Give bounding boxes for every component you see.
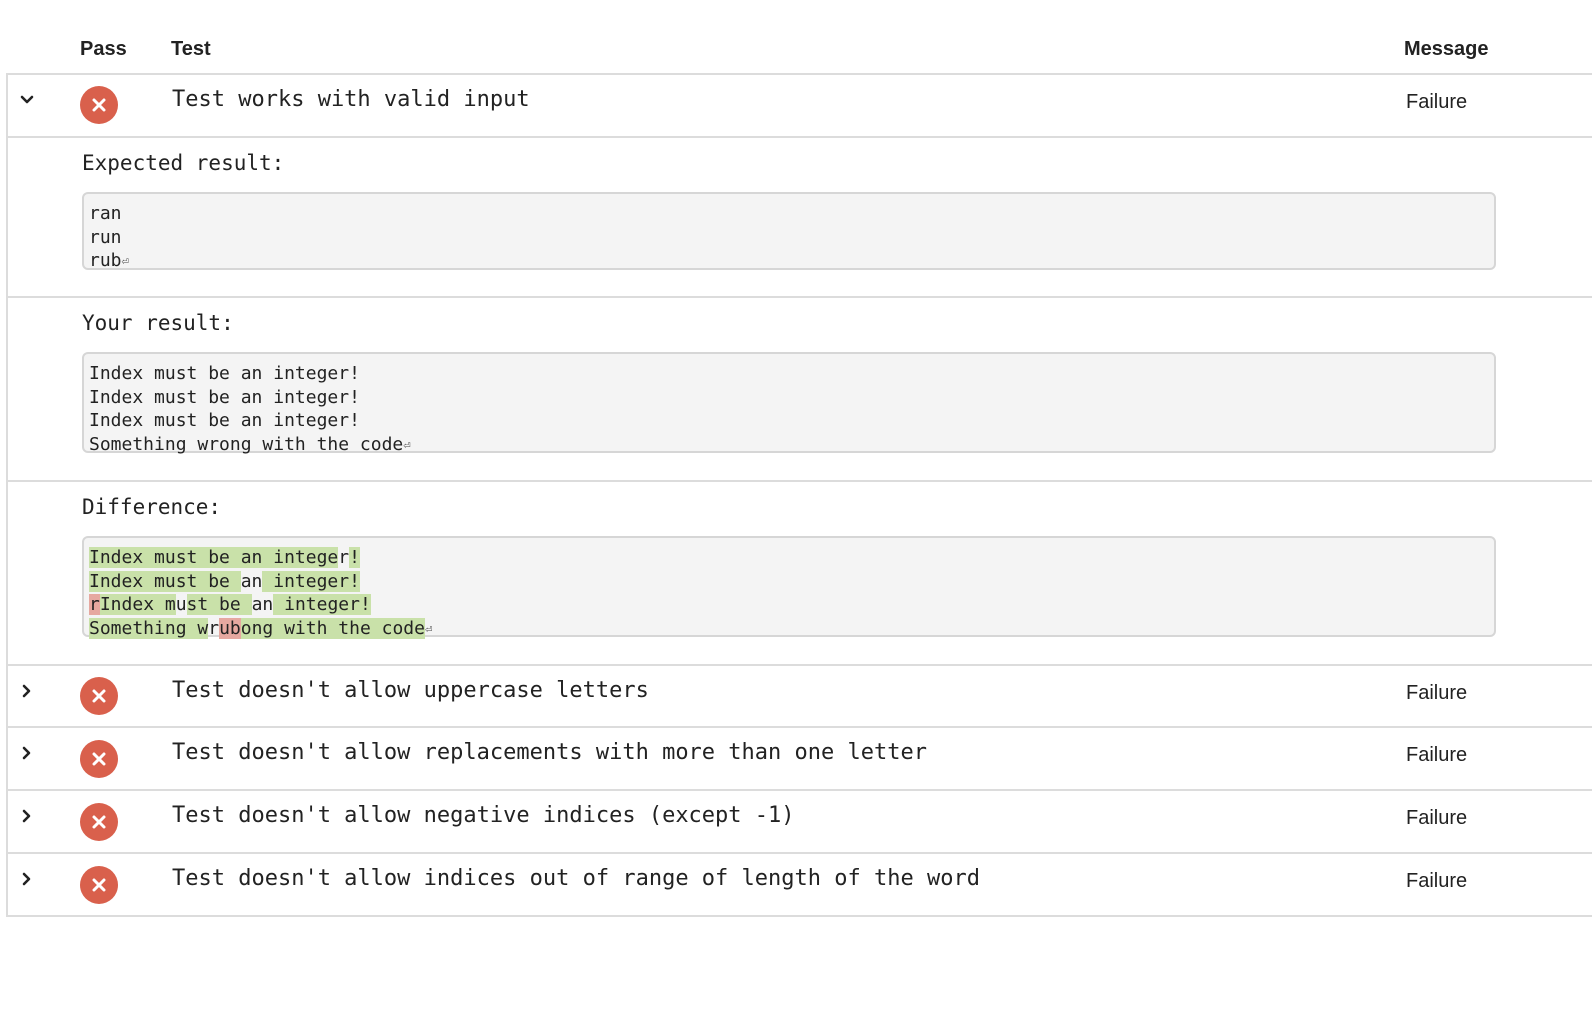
difference-section: Difference: Index must be an integer! Ind… xyxy=(8,482,1592,666)
test-row[interactable]: Test doesn't allow indices out of range … xyxy=(8,854,1592,917)
actual-result-title: Your result: xyxy=(82,311,234,335)
test-message: Failure xyxy=(1406,682,1468,704)
diff-added-segment: integer! xyxy=(262,570,360,592)
return-mark: ⏎ xyxy=(424,621,433,636)
failure-x-icon xyxy=(80,803,118,841)
expected-line-text: rub xyxy=(89,250,122,271)
expected-result-box: ran run rub⏎ xyxy=(82,192,1496,271)
diff-added-segment: Index m xyxy=(99,594,176,615)
actual-line: Index must be an integer! xyxy=(89,363,360,384)
test-row[interactable]: Test doesn't allow negative indices (exc… xyxy=(8,791,1592,854)
expected-line: rub⏎ xyxy=(89,249,1489,274)
actual-line: Index must be an integer! xyxy=(89,386,360,408)
actual-result-box: Index must be an integer! Index must be … xyxy=(82,352,1496,455)
return-mark: ⏎ xyxy=(403,437,411,452)
difference-line: Index must be an integer! xyxy=(89,570,1489,594)
difference-line: Index must be an integer! xyxy=(89,546,1489,570)
diff-unchanged-segment: r xyxy=(208,617,220,639)
actual-line: Index must be an integer! xyxy=(89,410,360,431)
test-message: Failure xyxy=(1406,744,1468,766)
chevron-right-icon[interactable] xyxy=(14,740,40,766)
return-mark: ⏎ xyxy=(121,254,129,268)
difference-box: Index must be an integer! Index must be a… xyxy=(82,536,1496,639)
test-row[interactable]: Test doesn't allow replacements with mor… xyxy=(8,728,1592,791)
diff-added-segment: integer! xyxy=(273,594,371,615)
test-message: Failure xyxy=(1406,91,1468,113)
test-name: Test works with valid input xyxy=(172,87,530,112)
actual-line: Something wrong with the code⏎ xyxy=(89,433,1489,458)
diff-added-segment: st be xyxy=(186,594,252,615)
diff-unchanged-segment: an xyxy=(240,570,263,592)
failure-x-icon xyxy=(80,677,118,715)
diff-added-segment: ! xyxy=(349,547,360,568)
diff-unchanged-segment: an xyxy=(251,594,274,615)
diff-added-segment: ong with the code xyxy=(240,617,425,639)
expected-line: ran xyxy=(89,203,122,224)
pass-column-header: Pass xyxy=(80,38,127,60)
actual-line-text: Something wrong with the code xyxy=(89,433,404,455)
test-message: Failure xyxy=(1406,807,1468,829)
expected-result-title: Expected result: xyxy=(82,151,285,175)
expected-line: run xyxy=(89,226,122,248)
test-name: Test doesn't allow replacements with mor… xyxy=(172,740,927,765)
message-column-header: Message xyxy=(1404,38,1489,60)
difference-title: Difference: xyxy=(82,495,222,519)
diff-unchanged-segment: r xyxy=(338,547,350,568)
diff-removed-segment: r xyxy=(89,594,100,615)
test-message: Failure xyxy=(1406,870,1468,892)
test-column-header: Test xyxy=(171,38,211,60)
test-name: Test doesn't allow uppercase letters xyxy=(172,678,649,703)
test-row[interactable]: Test doesn't allow uppercase letters Fai… xyxy=(8,666,1592,728)
test-name: Test doesn't allow indices out of range … xyxy=(172,866,980,891)
test-name: Test doesn't allow negative indices (exc… xyxy=(172,803,795,828)
expected-result-section: Expected result: ran run rub⏎ xyxy=(8,138,1592,298)
difference-line: Something wrubong with the code⏎ xyxy=(89,617,1489,642)
failure-x-icon xyxy=(80,866,118,904)
chevron-right-icon[interactable] xyxy=(14,678,40,704)
diff-added-segment: Index must be xyxy=(89,570,241,592)
failure-x-icon xyxy=(80,740,118,778)
chevron-down-icon[interactable] xyxy=(14,87,40,113)
actual-result-section: Your result: Index must be an integer! I… xyxy=(8,298,1592,482)
failure-x-icon xyxy=(80,86,118,124)
diff-removed-segment: ub xyxy=(219,617,241,639)
results-table: Test works with valid input Failure Expe… xyxy=(6,73,1592,917)
results-header: Pass Test Message xyxy=(0,0,1592,74)
difference-line: rIndex must be an integer! xyxy=(89,593,1489,617)
chevron-right-icon[interactable] xyxy=(14,866,40,892)
diff-added-segment: Something w xyxy=(89,617,209,639)
test-row-expanded[interactable]: Test works with valid input Failure xyxy=(8,75,1592,138)
chevron-right-icon[interactable] xyxy=(14,803,40,829)
diff-added-segment: Index must be an intege xyxy=(89,547,339,568)
diff-unchanged-segment: u xyxy=(175,594,187,615)
